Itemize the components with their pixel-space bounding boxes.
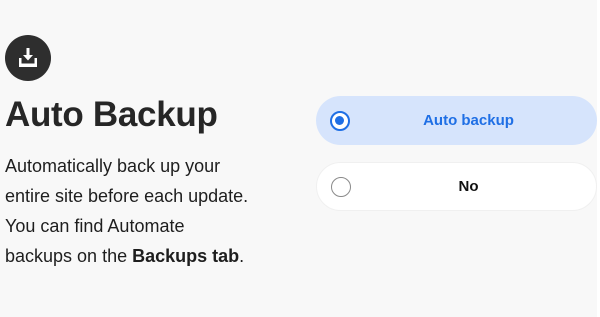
radio-auto-backup[interactable] <box>330 110 350 131</box>
feature-description: Automatically back up your entire site be… <box>5 151 275 271</box>
description-line-2: entire site before each update. <box>5 186 249 206</box>
option-auto-backup-label: Auto backup <box>423 112 514 129</box>
backups-tab-reference: Backups tab <box>132 246 240 266</box>
auto-backup-panel: Auto Backup Automatically back up your en… <box>0 0 597 317</box>
option-no[interactable]: No <box>316 162 597 211</box>
feature-title: Auto Backup <box>5 95 218 134</box>
description-line-1: Automatically back up your <box>5 156 221 176</box>
download-tray-icon <box>5 35 51 81</box>
download-tray-glyph <box>19 48 37 67</box>
radio-no[interactable] <box>331 176 351 197</box>
option-no-label: No <box>458 178 479 195</box>
description-line-4: backups on the <box>5 246 133 266</box>
description-line-3: You can find Automate <box>5 216 185 236</box>
option-auto-backup[interactable]: Auto backup <box>316 96 597 145</box>
description-period: . <box>239 246 245 266</box>
